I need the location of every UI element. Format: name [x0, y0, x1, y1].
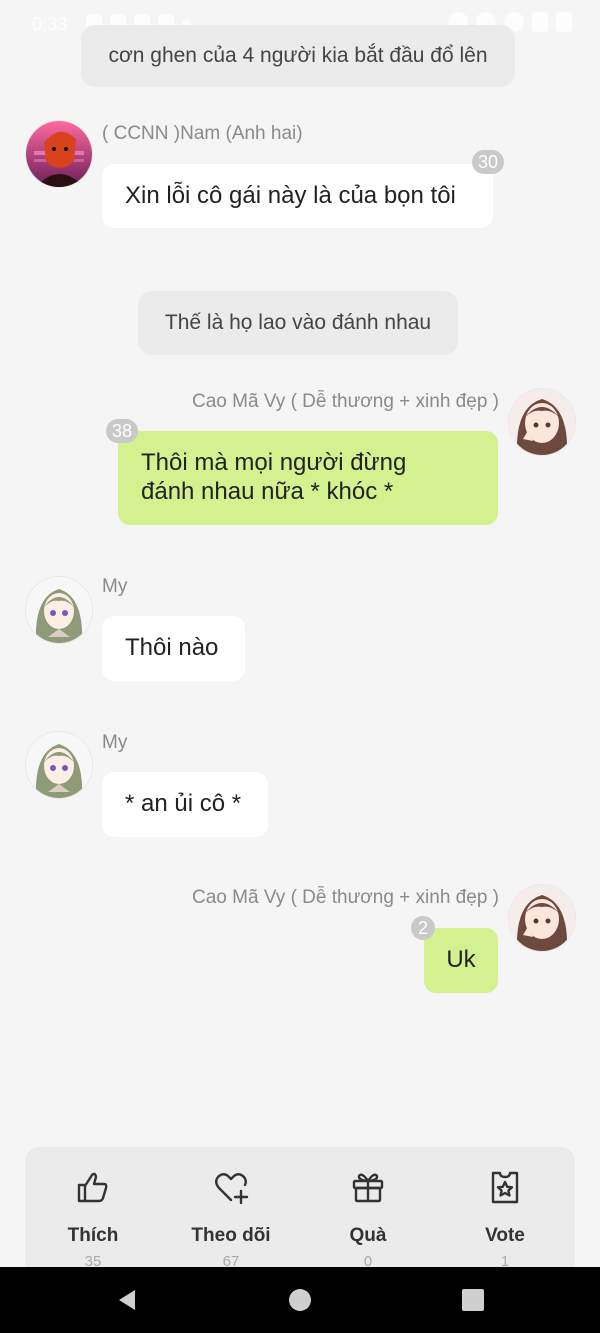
avatar[interactable] [25, 120, 93, 188]
narration-message: cơn ghen của 4 người kia bắt đầu đổ lên [81, 25, 515, 87]
message-text-line-2: đánh nhau nữa * khóc * [141, 478, 394, 505]
sender-name: My [102, 576, 128, 597]
sender-name: ( CCNN )Nam (Anh hai) [102, 123, 303, 144]
narration-text: cơn ghen của 4 người kia bắt đầu đổ lên [108, 44, 488, 68]
narration-text: Thế là họ lao vào đánh nhau [164, 311, 432, 335]
message-text: Uk [446, 946, 476, 974]
message-text: Xin lỗi cô gái này là của bọn tôi [125, 181, 456, 209]
action-panel: Thích 35 Theo dõi 67 Quà 0 Vote 1 [25, 1147, 575, 1277]
home-icon[interactable] [288, 1288, 312, 1312]
message-bubble[interactable]: * an ủi cô * [102, 772, 268, 837]
reaction-count-badge[interactable]: 2 [411, 916, 435, 940]
vote-star-icon [491, 1171, 519, 1204]
avatar[interactable] [508, 388, 576, 456]
avatar[interactable] [25, 731, 93, 799]
follow-button[interactable]: Theo dõi 67 [176, 1167, 286, 1270]
message-text-line-1: Thôi mà mọi người đừng [141, 449, 407, 477]
reaction-count-badge[interactable]: 30 [472, 150, 505, 174]
narration-message: Thế là họ lao vào đánh nhau [138, 291, 458, 355]
reaction-count-badge[interactable]: 38 [106, 419, 139, 443]
message-bubble[interactable]: Thôi nào [102, 616, 245, 681]
avatar[interactable] [508, 884, 576, 952]
sender-name: My [102, 732, 128, 753]
message-bubble[interactable]: Uk [424, 928, 498, 993]
avatar[interactable] [25, 576, 93, 644]
status-time: 0:33 [32, 14, 68, 34]
system-nav-bar [0, 1267, 600, 1333]
recents-icon[interactable] [461, 1288, 485, 1312]
signal-icon [532, 12, 548, 32]
like-button[interactable]: Thích 35 [38, 1167, 148, 1270]
message-text: * an ủi cô * [125, 790, 242, 818]
vote-button[interactable]: Vote 1 [450, 1167, 560, 1270]
thumbs-up-icon [77, 1172, 108, 1203]
gift-button[interactable]: Quà 0 [313, 1167, 423, 1270]
sender-name: Cao Mã Vy ( Dễ thương + xinh đẹp ) [192, 391, 499, 412]
gift-icon [352, 1173, 384, 1203]
sender-name: Cao Mã Vy ( Dễ thương + xinh đẹp ) [192, 887, 499, 908]
battery-icon [556, 12, 572, 32]
heart-plus-icon [215, 1173, 249, 1205]
back-icon[interactable] [115, 1288, 139, 1312]
message-text: Thôi nào [125, 634, 219, 662]
message-bubble[interactable]: Thôi mà mọi người đừng đánh nhau nữa * k… [118, 431, 498, 525]
message-bubble[interactable]: Xin lỗi cô gái này là của bọn tôi [102, 164, 493, 228]
